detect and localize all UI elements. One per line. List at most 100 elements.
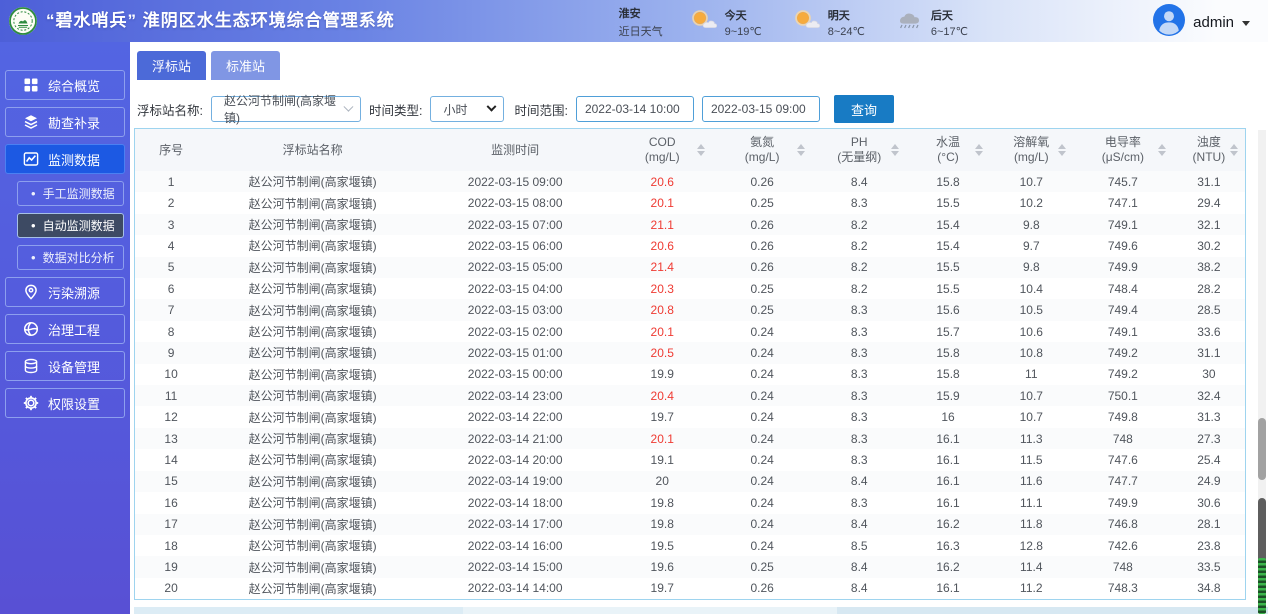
sort-icon[interactable] xyxy=(891,144,900,156)
tab-inactive[interactable]: 标准站 xyxy=(211,51,281,80)
sort-icon[interactable] xyxy=(1157,144,1166,156)
sidebar-item[interactable]: 监测数据 xyxy=(5,144,125,174)
table-cell: 赵公河节制闸(高家堰镇) xyxy=(248,218,377,233)
sort-icon[interactable] xyxy=(974,144,983,156)
column-name: 监测时间 xyxy=(491,142,540,157)
column-header[interactable]: 浊度 (NTU) xyxy=(1173,129,1245,171)
column-header[interactable]: 水温 (°C) xyxy=(906,129,989,171)
table-cell: 38.2 xyxy=(1197,260,1221,275)
table-cell: 31.1 xyxy=(1197,174,1221,189)
column-header[interactable]: 氨氮 (mg/L) xyxy=(712,129,812,171)
table-cell: 11.3 xyxy=(1020,431,1043,446)
table-cell: 0.24 xyxy=(750,495,774,510)
table-cell: 19.6 xyxy=(650,560,674,575)
station-select-label: 浮标站名称: xyxy=(137,103,203,118)
sidebar-item[interactable]: 权限设置 xyxy=(5,388,125,418)
column-name: 序号 xyxy=(159,142,184,157)
table-cell: 赵公河节制闸(高家堰镇) xyxy=(248,303,377,318)
table-cell: 0.24 xyxy=(750,474,774,489)
sort-icon[interactable] xyxy=(1229,144,1238,156)
table-cell: 赵公河节制闸(高家堰镇) xyxy=(248,346,377,361)
table-cell: 748.3 xyxy=(1107,581,1138,596)
sidebar: 综合概览勘查补录监测数据 • 手工监测数据 • 自动监测数据 • 数据对比分析污染溯源治理工… xyxy=(0,42,130,614)
query-button[interactable]: 查询 xyxy=(833,95,894,123)
table-cell: 赵公河节制闸(高家堰镇) xyxy=(248,560,377,575)
table-row: 9 赵公河节制闸(高家堰镇) 2022-03-15 01:00 20.5 0.24 8.3… xyxy=(135,342,1245,364)
sort-icon[interactable] xyxy=(797,144,806,156)
sidebar-item[interactable]: 设备管理 xyxy=(5,351,125,381)
table-cell: 11 xyxy=(1025,367,1038,382)
table-cell: 15.8 xyxy=(936,345,960,360)
column-header[interactable]: 电导率 (μS/cm) xyxy=(1073,129,1173,171)
table-cell: 11.8 xyxy=(1020,517,1043,532)
column-header[interactable]: COD (mg/L) xyxy=(612,129,712,171)
database-icon xyxy=(23,358,39,374)
table-cell: 23.8 xyxy=(1197,538,1221,553)
time-range-label: 时间范围: xyxy=(514,103,568,118)
weather-day: 明天 8~24℃ xyxy=(792,7,865,38)
table-cell: 赵公河节制闸(高家堰镇) xyxy=(248,196,377,211)
scrollbar[interactable] xyxy=(1258,130,1266,614)
table-cell: 31.3 xyxy=(1197,410,1221,425)
station-select[interactable]: 赵公河节制闸(高家堰镇) xyxy=(210,94,361,125)
sort-icon[interactable] xyxy=(697,144,706,156)
scrollbar-thumb-dark[interactable] xyxy=(1258,498,1266,560)
sidebar-item-label: 治理工程 xyxy=(48,322,101,338)
table-cell: 18 xyxy=(164,538,178,553)
scrollbar-thumb-green[interactable] xyxy=(1258,558,1266,614)
table-cell: 8.4 xyxy=(850,174,868,189)
table-cell: 19.9 xyxy=(650,367,674,382)
app-root: “碧水哨兵” 淮阴区水生态环境综合管理系统 淮安 近日天气 今天 9~19℃ 明天 8… xyxy=(0,0,1268,614)
table-cell: 16.1 xyxy=(936,431,960,446)
sidebar-item[interactable]: 治理工程 xyxy=(5,314,125,344)
sidebar-item-label: 监测数据 xyxy=(48,152,101,168)
time-end-input[interactable] xyxy=(701,96,820,122)
sort-icon[interactable] xyxy=(1057,144,1066,156)
table-cell: 2022-03-15 03:00 xyxy=(467,303,563,318)
table-cell: 749.6 xyxy=(1107,238,1138,253)
column-unit: (°C) xyxy=(937,150,959,164)
sidebar-item[interactable]: 综合概览 xyxy=(5,70,125,100)
table-cell: 赵公河节制闸(高家堰镇) xyxy=(248,325,377,340)
table-cell: 10.7 xyxy=(1019,410,1043,425)
user-menu[interactable]: admin xyxy=(1153,4,1250,41)
table-row: 10 赵公河节制闸(高家堰镇) 2022-03-15 00:00 19.9 0.24 8.… xyxy=(135,364,1245,385)
table-cell: 10.5 xyxy=(1019,303,1043,318)
column-name: 浮标站名称 xyxy=(282,142,343,157)
weather-day-temp: 9~19℃ xyxy=(724,25,762,38)
table-cell: 0.25 xyxy=(750,303,774,318)
table-cell: 9.7 xyxy=(1022,238,1040,253)
sidebar-item[interactable]: 污染溯源 xyxy=(5,277,125,307)
table-cell: 28.5 xyxy=(1197,303,1221,318)
table-cell: 0.26 xyxy=(750,581,774,596)
sidebar-item[interactable]: 勘查补录 xyxy=(5,107,125,137)
table-cell: 19.8 xyxy=(650,517,674,532)
scrollbar-thumb[interactable] xyxy=(1258,418,1266,480)
table-cell: 24.9 xyxy=(1197,474,1221,489)
table-cell: 748 xyxy=(1112,431,1133,446)
table-cell: 16.2 xyxy=(936,560,960,575)
table-cell: 15.5 xyxy=(936,196,960,211)
sidebar-subitem[interactable]: • 自动监测数据 xyxy=(17,213,124,238)
column-name: 浊度 xyxy=(1196,135,1221,149)
table-cell: 8.2 xyxy=(850,238,868,253)
sidebar-subitem[interactable]: • 数据对比分析 xyxy=(17,245,124,270)
app-logo-icon xyxy=(8,6,38,36)
sidebar-subitem[interactable]: • 手工监测数据 xyxy=(17,181,124,206)
column-name: 溶解氧 xyxy=(1013,135,1050,149)
table-cell: 20 xyxy=(164,581,178,596)
table-cell: 2022-03-15 08:00 xyxy=(467,196,563,211)
column-header[interactable]: PH (无量纲) xyxy=(812,129,906,171)
time-type-select[interactable]: 小时 xyxy=(430,96,505,122)
table-cell: 8.3 xyxy=(850,452,868,467)
chart-icon xyxy=(23,151,39,167)
table-row: 15 赵公河节制闸(高家堰镇) 2022-03-14 19:00 20 0.24 8.4 1… xyxy=(135,470,1245,493)
table-cell: 9.8 xyxy=(1022,217,1040,232)
table-cell: 2022-03-14 23:00 xyxy=(467,388,563,403)
table-cell: 1 xyxy=(167,174,175,189)
time-start-input[interactable] xyxy=(575,96,694,122)
tab-active[interactable]: 浮标站 xyxy=(137,51,207,80)
column-name: 电导率 xyxy=(1104,135,1141,149)
column-header[interactable]: 溶解氧 (mg/L) xyxy=(990,129,1073,171)
weather-day: 今天 9~19℃ xyxy=(689,7,762,38)
